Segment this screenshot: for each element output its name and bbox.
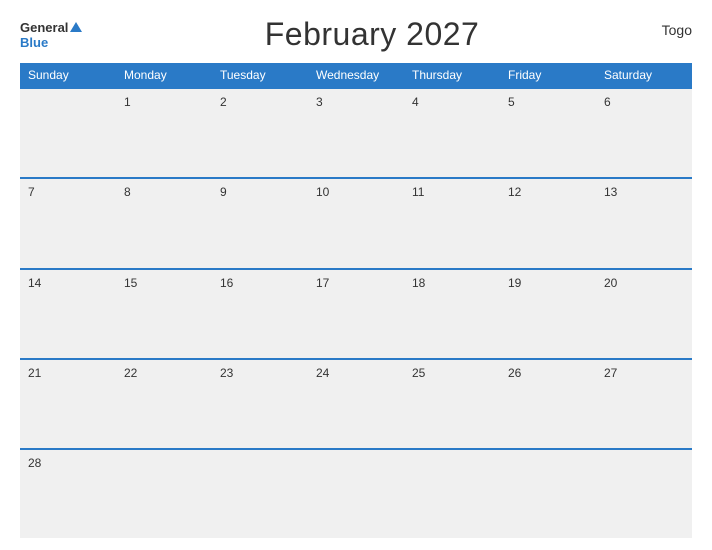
country-label: Togo [662, 22, 692, 38]
calendar-cell [212, 449, 308, 538]
day-header-sunday: Sunday [20, 63, 116, 88]
calendar-cell: 15 [116, 269, 212, 359]
calendar-cell: 17 [308, 269, 404, 359]
calendar-cell: 25 [404, 359, 500, 449]
calendar-cell: 28 [20, 449, 116, 538]
calendar-cell: 26 [500, 359, 596, 449]
calendar-cell: 24 [308, 359, 404, 449]
calendar-cell: 3 [308, 88, 404, 178]
days-of-week-row: SundayMondayTuesdayWednesdayThursdayFrid… [20, 63, 692, 88]
calendar-cell: 6 [596, 88, 692, 178]
calendar-cell [20, 88, 116, 178]
day-header-wednesday: Wednesday [308, 63, 404, 88]
calendar-cell: 21 [20, 359, 116, 449]
calendar-cell: 16 [212, 269, 308, 359]
calendar-cell: 18 [404, 269, 500, 359]
calendar-cell: 2 [212, 88, 308, 178]
calendar-table: SundayMondayTuesdayWednesdayThursdayFrid… [20, 63, 692, 538]
calendar-cell: 10 [308, 178, 404, 268]
calendar-container: General Blue February 2027 Togo SundayMo… [0, 0, 712, 550]
day-header-saturday: Saturday [596, 63, 692, 88]
day-header-friday: Friday [500, 63, 596, 88]
logo: General Blue [20, 20, 82, 50]
calendar-cell: 9 [212, 178, 308, 268]
calendar-body: 1234567891011121314151617181920212223242… [20, 88, 692, 538]
logo-general-text: General [20, 20, 68, 35]
calendar-cell [308, 449, 404, 538]
calendar-cell [596, 449, 692, 538]
calendar-cell [500, 449, 596, 538]
logo-triangle-icon [70, 22, 82, 32]
day-header-tuesday: Tuesday [212, 63, 308, 88]
calendar-cell: 23 [212, 359, 308, 449]
calendar-cell: 11 [404, 178, 500, 268]
calendar-cell: 8 [116, 178, 212, 268]
calendar-cell [404, 449, 500, 538]
calendar-cell: 5 [500, 88, 596, 178]
day-header-monday: Monday [116, 63, 212, 88]
calendar-cell: 22 [116, 359, 212, 449]
calendar-header: General Blue February 2027 Togo [20, 16, 692, 53]
week-row-2: 14151617181920 [20, 269, 692, 359]
calendar-cell [116, 449, 212, 538]
calendar-cell: 13 [596, 178, 692, 268]
month-title: February 2027 [265, 16, 480, 53]
week-row-1: 78910111213 [20, 178, 692, 268]
logo-blue-text: Blue [20, 35, 48, 50]
calendar-cell: 14 [20, 269, 116, 359]
day-header-thursday: Thursday [404, 63, 500, 88]
calendar-cell: 19 [500, 269, 596, 359]
calendar-header-row: SundayMondayTuesdayWednesdayThursdayFrid… [20, 63, 692, 88]
calendar-cell: 27 [596, 359, 692, 449]
calendar-cell: 12 [500, 178, 596, 268]
calendar-cell: 4 [404, 88, 500, 178]
calendar-cell: 1 [116, 88, 212, 178]
week-row-3: 21222324252627 [20, 359, 692, 449]
calendar-cell: 20 [596, 269, 692, 359]
week-row-4: 28 [20, 449, 692, 538]
week-row-0: 123456 [20, 88, 692, 178]
calendar-cell: 7 [20, 178, 116, 268]
